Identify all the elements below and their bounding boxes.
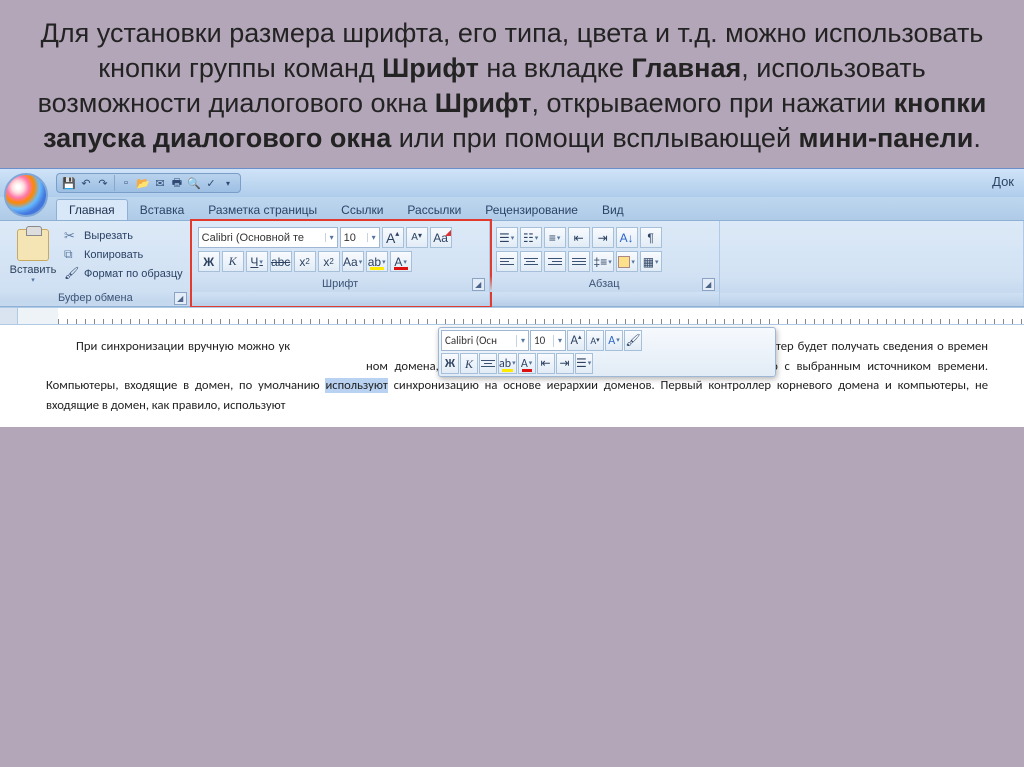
mini-format-painter-button[interactable]: 🖌 <box>624 330 642 351</box>
qat-separator <box>114 175 115 191</box>
ribbon-tabs: Главная Вставка Разметка страницы Ссылки… <box>0 197 1024 221</box>
copy-icon <box>64 247 80 263</box>
mini-highlight-button[interactable]: ab▾ <box>498 353 517 374</box>
highlight-button[interactable]: ab▾ <box>366 251 388 272</box>
italic-button[interactable]: К <box>222 251 244 272</box>
group-label-font: Шрифт ◢ <box>192 276 489 292</box>
ruler[interactable] <box>0 307 1024 325</box>
tab-pagelayout[interactable]: Разметка страницы <box>196 200 329 220</box>
numbering-button[interactable]: ☷▾ <box>520 227 542 248</box>
font-dialog-launcher[interactable]: ◢ <box>472 278 485 291</box>
increase-indent-button[interactable]: ⇥ <box>592 227 614 248</box>
font-size-combo[interactable]: 10 ▾ <box>340 227 380 248</box>
copy-label: Копировать <box>84 249 143 261</box>
scissors-icon <box>64 228 80 244</box>
group-paragraph: ☰▾ ☷▾ ≡▾ ⇤ ⇥ A↓ ¶ ‡≡▾ ▾ ▦▾ <box>490 221 720 306</box>
paste-button[interactable]: Вставить ▾ <box>6 227 60 286</box>
group-label-clipboard: Буфер обмена ◢ <box>0 290 191 306</box>
sort-button[interactable]: A↓ <box>616 227 638 248</box>
doc-text-1: При синхронизации вручную можно ук <box>76 339 290 354</box>
bullets-button[interactable]: ☰▾ <box>496 227 518 248</box>
brush-icon <box>64 266 80 282</box>
qat-print-icon[interactable]: 🖶 <box>169 175 185 191</box>
titlebar: 💾 ↶ ↷ ▫ 📂 ✉ 🖶 🔍 ✓ ▾ Док <box>0 169 1024 197</box>
paste-label: Вставить <box>10 264 57 276</box>
line-spacing-button[interactable]: ‡≡▾ <box>592 251 614 272</box>
mini-grow-font-button[interactable]: A▴ <box>567 330 585 351</box>
mini-font-color-button[interactable]: A▾ <box>518 353 536 374</box>
show-marks-button[interactable]: ¶ <box>640 227 662 248</box>
qat-new-icon[interactable]: ▫ <box>118 175 134 191</box>
format-painter-button[interactable]: Формат по образцу <box>62 265 185 283</box>
group-clipboard: Вставить ▾ Вырезать Копировать Формат по… <box>0 221 192 306</box>
qat-dropdown-icon[interactable]: ▾ <box>220 175 236 191</box>
clipboard-dialog-launcher[interactable]: ◢ <box>174 292 187 305</box>
copy-button[interactable]: Копировать <box>62 246 185 264</box>
group-font: Calibri (Основной те▾ 10▾ A▴ A▾ Aa◢ Ж К … <box>192 221 490 306</box>
font-size-value: 10 <box>344 232 356 244</box>
shrink-font-button[interactable]: A▾ <box>406 227 428 248</box>
qat-email-icon[interactable]: ✉ <box>152 175 168 191</box>
borders-button[interactable]: ▦▾ <box>640 251 662 272</box>
clipboard-icon <box>17 229 49 261</box>
clear-format-button[interactable]: Aa◢ <box>430 227 452 248</box>
subscript-button[interactable]: x2 <box>294 251 316 272</box>
group-label-styles <box>720 277 1023 293</box>
font-family-value: Calibri (Основной те <box>202 232 304 244</box>
multilevel-list-button[interactable]: ≡▾ <box>544 227 566 248</box>
slide-description: Для установки размера шрифта, его типа, … <box>22 16 1002 156</box>
qat-redo-icon[interactable]: ↷ <box>95 175 111 191</box>
mini-font-size-combo[interactable]: 10▾ <box>530 330 566 351</box>
group-styles-cutoff <box>720 221 1024 306</box>
align-center-button[interactable] <box>520 251 542 272</box>
underline-button[interactable]: Ч▾ <box>246 251 268 272</box>
mini-toolbar: Calibri (Осн▾ 10▾ A▴ A▾ A▾ 🖌 Ж К ab▾ A▾ … <box>438 327 776 377</box>
group-label-paragraph: Абзац ◢ <box>490 276 719 292</box>
mini-font-family-combo[interactable]: Calibri (Осн▾ <box>441 330 529 351</box>
doc-selected-word: используют <box>325 378 387 393</box>
tab-references[interactable]: Ссылки <box>329 200 395 220</box>
font-color-button[interactable]: A▾ <box>390 251 412 272</box>
align-left-button[interactable] <box>496 251 518 272</box>
mini-decrease-indent-button[interactable]: ⇤ <box>537 353 555 374</box>
qat-undo-icon[interactable]: ↶ <box>78 175 94 191</box>
mini-bold-button[interactable]: Ж <box>441 353 459 374</box>
word-window: 💾 ↶ ↷ ▫ 📂 ✉ 🖶 🔍 ✓ ▾ Док Главная Вставка … <box>0 168 1024 427</box>
mini-shrink-font-button[interactable]: A▾ <box>586 330 604 351</box>
qat-preview-icon[interactable]: 🔍 <box>186 175 202 191</box>
align-right-button[interactable] <box>544 251 566 272</box>
mini-increase-indent-button[interactable]: ⇥ <box>556 353 574 374</box>
ribbon: Вставить ▾ Вырезать Копировать Формат по… <box>0 221 1024 307</box>
tab-home[interactable]: Главная <box>56 199 128 220</box>
font-family-combo[interactable]: Calibri (Основной те ▾ <box>198 227 338 248</box>
mini-styles-button[interactable]: A▾ <box>605 330 623 351</box>
tab-mailings[interactable]: Рассылки <box>395 200 473 220</box>
qat-save-icon[interactable]: 💾 <box>61 175 77 191</box>
cut-label: Вырезать <box>84 230 133 242</box>
qat-open-icon[interactable]: 📂 <box>135 175 151 191</box>
shading-button[interactable]: ▾ <box>616 251 638 272</box>
tab-review[interactable]: Рецензирование <box>473 200 590 220</box>
mini-align-center-button[interactable] <box>479 353 497 374</box>
grow-font-button[interactable]: A▴ <box>382 227 404 248</box>
qat-spell-icon[interactable]: ✓ <box>203 175 219 191</box>
superscript-button[interactable]: x2 <box>318 251 340 272</box>
justify-button[interactable] <box>568 251 590 272</box>
bold-button[interactable]: Ж <box>198 251 220 272</box>
chevron-down-icon: ▾ <box>367 233 376 242</box>
quick-access-toolbar: 💾 ↶ ↷ ▫ 📂 ✉ 🖶 🔍 ✓ ▾ <box>56 173 241 193</box>
mini-bullets-button[interactable]: ☰▾ <box>575 353 593 374</box>
paragraph-dialog-launcher[interactable]: ◢ <box>702 278 715 291</box>
chevron-down-icon: ▾ <box>325 233 334 242</box>
change-case-button[interactable]: Aa▾ <box>342 251 364 272</box>
tab-insert[interactable]: Вставка <box>128 200 197 220</box>
mini-italic-button[interactable]: К <box>460 353 478 374</box>
decrease-indent-button[interactable]: ⇤ <box>568 227 590 248</box>
cut-button[interactable]: Вырезать <box>62 227 185 245</box>
strike-button[interactable]: abc <box>270 251 292 272</box>
tab-view[interactable]: Вид <box>590 200 636 220</box>
document-area[interactable]: Calibri (Осн▾ 10▾ A▴ A▾ A▾ 🖌 Ж К ab▾ A▾ … <box>0 325 1024 427</box>
doc-title: Док <box>992 174 1014 189</box>
format-painter-label: Формат по образцу <box>84 268 183 280</box>
